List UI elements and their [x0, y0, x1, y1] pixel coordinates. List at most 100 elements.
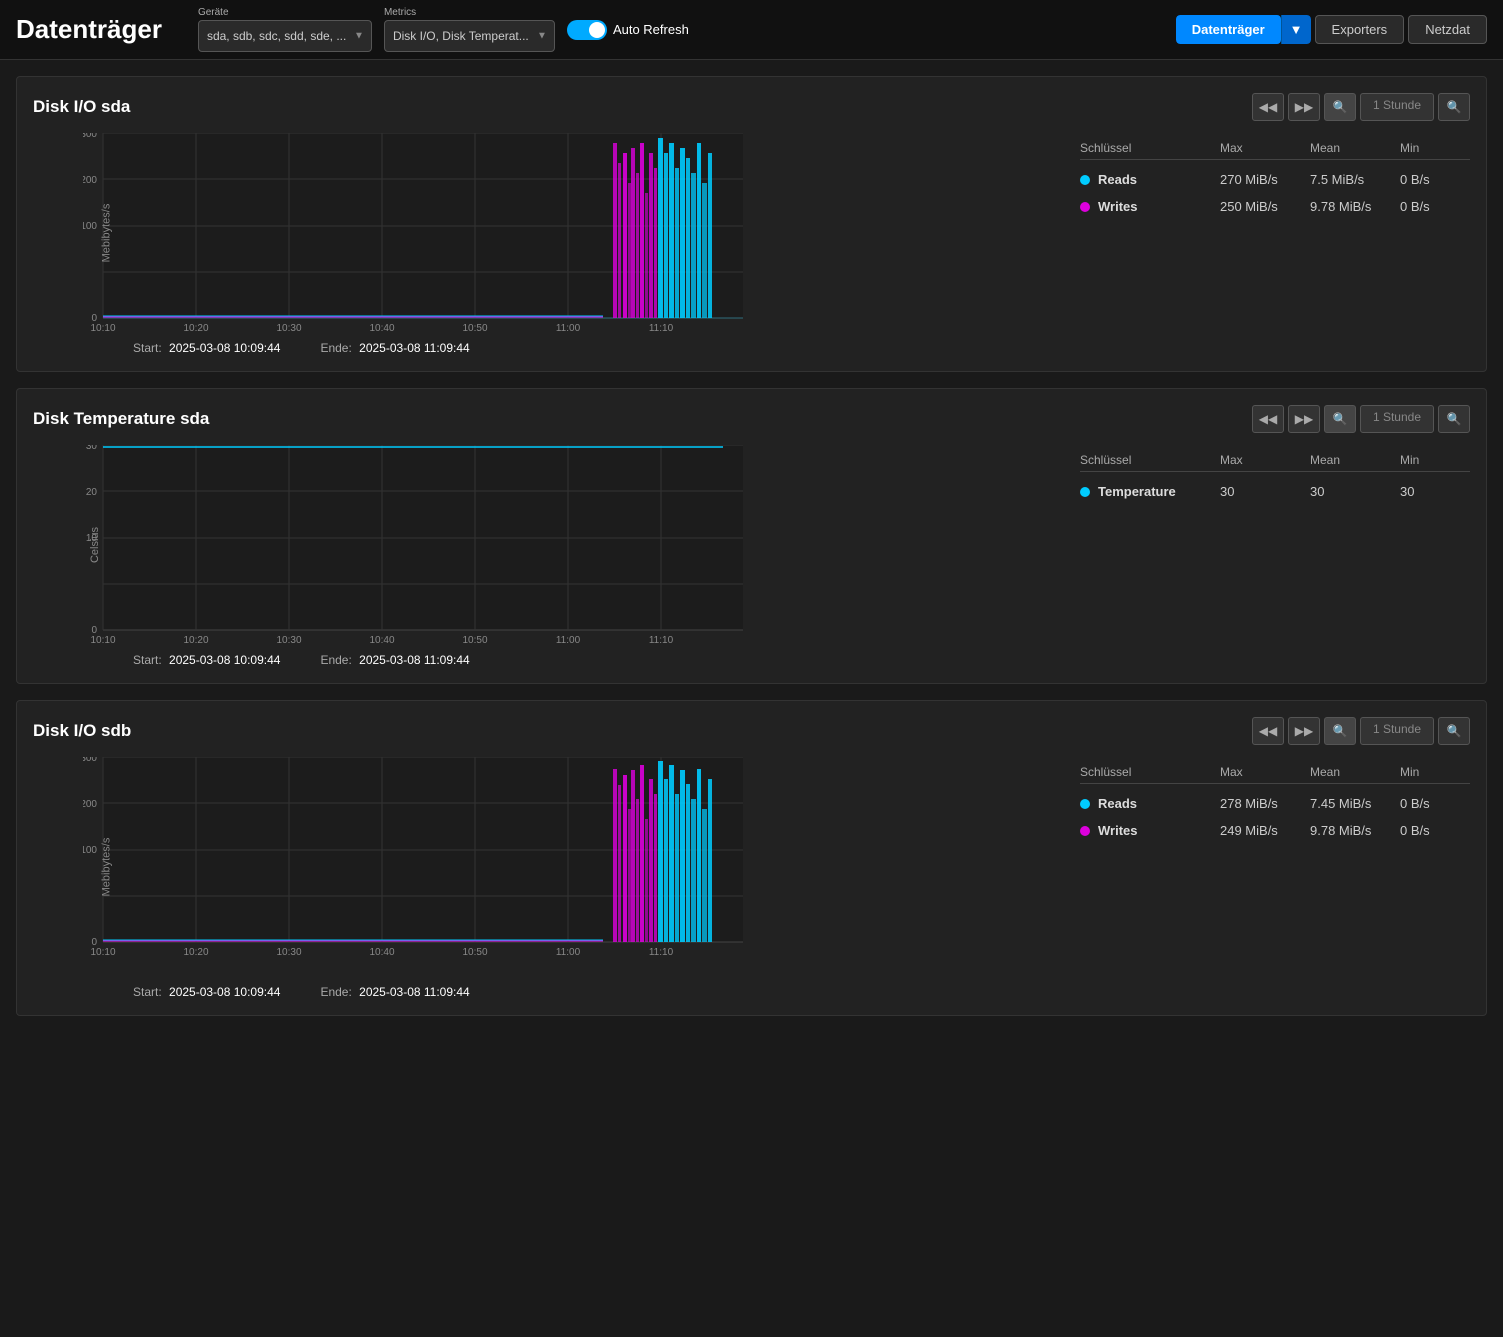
panel-disk-temp-sda: Disk Temperature sda ◀◀ ▶▶ 🔍 1 Stunde 🔍 …: [16, 388, 1487, 684]
toggle-knob: [589, 22, 605, 38]
panel-header-disk-io-sda: Disk I/O sda ◀◀ ▶▶ 🔍 1 Stunde 🔍: [33, 93, 1470, 121]
zoom-out-button-temp-sda[interactable]: 🔍: [1438, 405, 1470, 433]
temp-dot-sda: [1080, 487, 1090, 497]
legend-col-key-sdb: Schlüssel: [1080, 765, 1220, 779]
reads-min-sdb: 0 B/s: [1400, 796, 1470, 811]
reads-mean-sdb: 7.45 MiB/s: [1310, 796, 1400, 811]
svg-text:200: 200: [83, 799, 97, 810]
forward-button-temp-sda[interactable]: ▶▶: [1288, 405, 1320, 433]
zoom-in-button-temp-sda[interactable]: 🔍: [1324, 405, 1356, 433]
legend-key-temp-sda: Temperature: [1080, 484, 1220, 499]
reads-label-sdb: Reads: [1098, 796, 1137, 811]
svg-text:10:30: 10:30: [276, 947, 301, 958]
legend-col-key-temp-sda: Schlüssel: [1080, 453, 1220, 467]
legend-row-reads-sda: Reads 270 MiB/s 7.5 MiB/s 0 B/s: [1080, 166, 1470, 193]
writes-label-sdb: Writes: [1098, 823, 1138, 838]
legend-header-sda: Schlüssel Max Mean Min: [1080, 137, 1470, 160]
zoom-in-button-sdb[interactable]: 🔍: [1324, 717, 1356, 745]
legend-col-mean-temp-sda: Mean: [1310, 453, 1400, 467]
writes-dot-sdb: [1080, 826, 1090, 836]
legend-col-min-sdb: Min: [1400, 765, 1470, 779]
start-time-sda: Start: 2025-03-08 10:09:44: [133, 341, 280, 355]
svg-text:11:10: 11:10: [649, 635, 674, 645]
zoom-out-button-sda[interactable]: 🔍: [1438, 93, 1470, 121]
temp-max-sda: 30: [1220, 484, 1310, 499]
reads-dot-sda: [1080, 175, 1090, 185]
temp-min-sda: 30: [1400, 484, 1470, 499]
time-range-temp-sda: 1 Stunde: [1360, 405, 1434, 433]
chart-inner-temp-sda: Celsius: [83, 445, 1064, 667]
legend-col-max-sda: Max: [1220, 141, 1310, 155]
metrics-label: Metrics: [384, 7, 555, 18]
netzdat-button[interactable]: Netzdat: [1408, 15, 1487, 44]
panel-disk-io-sda: Disk I/O sda ◀◀ ▶▶ 🔍 1 Stunde 🔍 Mebibyte…: [16, 76, 1487, 372]
reads-dot-sdb: [1080, 799, 1090, 809]
panel-title-disk-io-sdb: Disk I/O sdb: [33, 721, 131, 741]
zoom-out-button-sdb[interactable]: 🔍: [1438, 717, 1470, 745]
rewind-button-sda[interactable]: ◀◀: [1252, 93, 1284, 121]
ende-time-sdb: Ende: 2025-03-08 11:09:44: [320, 985, 469, 999]
svg-text:100: 100: [83, 221, 97, 232]
auto-refresh-toggle[interactable]: [567, 20, 607, 40]
panel-header-disk-temp-sda: Disk Temperature sda ◀◀ ▶▶ 🔍 1 Stunde 🔍: [33, 405, 1470, 433]
svg-text:10:50: 10:50: [462, 323, 487, 333]
start-time-temp-sda: Start: 2025-03-08 10:09:44: [133, 653, 280, 667]
datentraeger-button[interactable]: Datenträger: [1176, 15, 1281, 44]
chart-svg-area-temp-sda: Celsius: [83, 445, 1064, 645]
svg-text:100: 100: [83, 845, 97, 856]
writes-dot-sda: [1080, 202, 1090, 212]
legend-col-mean-sdb: Mean: [1310, 765, 1400, 779]
svg-text:11:10: 11:10: [649, 947, 674, 958]
svg-text:10:10: 10:10: [90, 323, 115, 333]
metrics-select[interactable]: Disk I/O, Disk Temperat...: [384, 20, 555, 52]
reads-max-sda: 270 MiB/s: [1220, 172, 1310, 187]
svg-text:10:20: 10:20: [183, 323, 208, 333]
geraete-dropdown-wrapper: sda, sdb, sdc, sdd, sde, ... ▼: [198, 20, 372, 52]
chart-area-sda: Mebibytes/s: [33, 133, 1064, 355]
chart-container-sda: Mebibytes/s: [33, 133, 1470, 355]
chart-area-sdb: Mebibytes/s: [33, 757, 1064, 999]
writes-max-sda: 250 MiB/s: [1220, 199, 1310, 214]
time-info-temp-sda: Start: 2025-03-08 10:09:44 Ende: 2025-03…: [133, 653, 1064, 667]
chart-svg-sda: 300 200 100 0 10:10 10:20 10:30 10:40 10…: [83, 133, 743, 333]
svg-text:10:40: 10:40: [369, 947, 394, 958]
legend-table-sdb: Schlüssel Max Mean Min Reads 278 MiB/s 7…: [1080, 757, 1470, 999]
svg-text:11:10: 11:10: [649, 323, 674, 333]
chart-svg-area-sdb: Mebibytes/s: [83, 757, 1064, 977]
legend-key-reads-sdb: Reads: [1080, 796, 1220, 811]
geraete-select[interactable]: sda, sdb, sdc, sdd, sde, ...: [198, 20, 372, 52]
zoom-in-button-sda[interactable]: 🔍: [1324, 93, 1356, 121]
panel-disk-io-sdb: Disk I/O sdb ◀◀ ▶▶ 🔍 1 Stunde 🔍 Mebibyte…: [16, 700, 1487, 1016]
reads-label-sda: Reads: [1098, 172, 1137, 187]
geraete-label: Geräte: [198, 7, 372, 18]
rewind-button-sdb[interactable]: ◀◀: [1252, 717, 1284, 745]
writes-mean-sda: 9.78 MiB/s: [1310, 199, 1400, 214]
metrics-group: Metrics Disk I/O, Disk Temperat... ▼: [384, 7, 555, 52]
svg-text:10:50: 10:50: [462, 635, 487, 645]
legend-col-max-temp-sda: Max: [1220, 453, 1310, 467]
header: Datenträger Geräte sda, sdb, sdc, sdd, s…: [0, 0, 1503, 60]
temp-mean-sda: 30: [1310, 484, 1400, 499]
panel-controls-disk-temp-sda: ◀◀ ▶▶ 🔍 1 Stunde 🔍: [1252, 405, 1470, 433]
auto-refresh-toggle-row: Auto Refresh: [567, 20, 689, 40]
forward-button-sda[interactable]: ▶▶: [1288, 93, 1320, 121]
writes-max-sdb: 249 MiB/s: [1220, 823, 1310, 838]
chart-svg-area-sda: Mebibytes/s: [83, 133, 1064, 333]
start-time-sdb: Start: 2025-03-08 10:09:44: [133, 985, 280, 999]
exporters-button[interactable]: Exporters: [1315, 15, 1405, 44]
rewind-button-temp-sda[interactable]: ◀◀: [1252, 405, 1284, 433]
temp-label-sda: Temperature: [1098, 484, 1176, 499]
legend-table-sda: Schlüssel Max Mean Min Reads 270 MiB/s 7…: [1080, 133, 1470, 355]
legend-col-key-sda: Schlüssel: [1080, 141, 1220, 155]
writes-mean-sdb: 9.78 MiB/s: [1310, 823, 1400, 838]
legend-header-sdb: Schlüssel Max Mean Min: [1080, 761, 1470, 784]
svg-text:11:00: 11:00: [556, 323, 581, 333]
svg-text:10:20: 10:20: [183, 947, 208, 958]
panel-controls-disk-io-sda: ◀◀ ▶▶ 🔍 1 Stunde 🔍: [1252, 93, 1470, 121]
datentraeger-dropdown-button[interactable]: ▼: [1281, 15, 1311, 44]
time-info-sdb: Start: 2025-03-08 10:09:44 Ende: 2025-03…: [133, 985, 1064, 999]
panel-header-disk-io-sdb: Disk I/O sdb ◀◀ ▶▶ 🔍 1 Stunde 🔍: [33, 717, 1470, 745]
forward-button-sdb[interactable]: ▶▶: [1288, 717, 1320, 745]
time-range-sda: 1 Stunde: [1360, 93, 1434, 121]
svg-text:200: 200: [83, 175, 97, 186]
